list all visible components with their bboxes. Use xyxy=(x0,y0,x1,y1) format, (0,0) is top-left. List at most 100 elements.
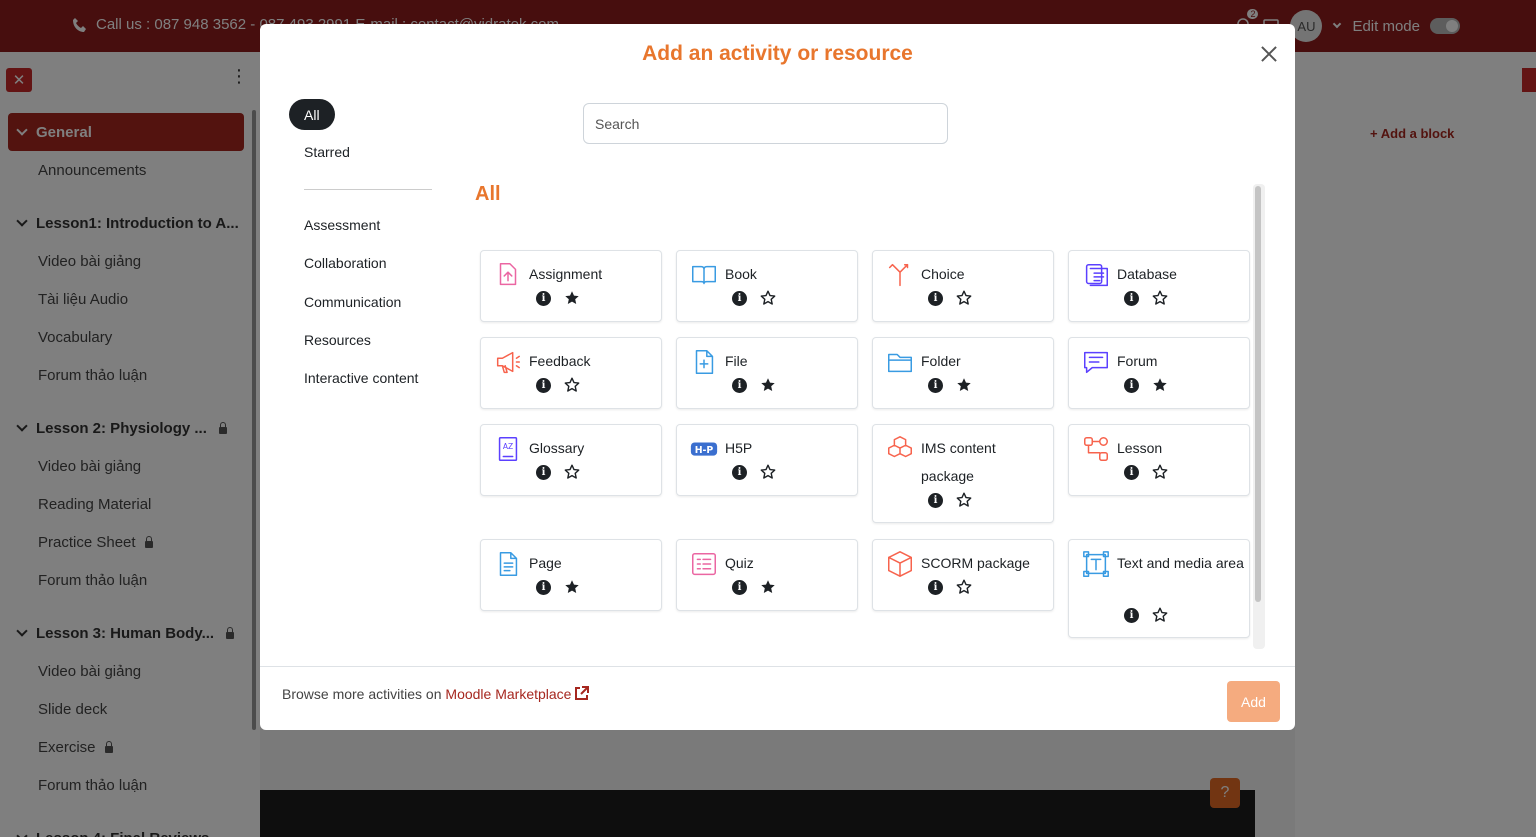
star-outline-icon[interactable] xyxy=(760,464,776,480)
info-icon[interactable]: i xyxy=(536,377,551,393)
star-filled-icon[interactable] xyxy=(564,579,580,595)
category-resources[interactable]: Resources xyxy=(304,332,418,370)
activity-name: Book xyxy=(725,266,757,282)
search-input[interactable] xyxy=(583,103,948,144)
activity-card-page[interactable]: Page i xyxy=(480,539,662,611)
h5p-icon: H-P xyxy=(689,434,719,464)
star-outline-icon[interactable] xyxy=(760,290,776,306)
feedback-icon xyxy=(493,347,523,377)
activity-card-feedback[interactable]: Feedback i xyxy=(480,337,662,409)
folder-icon xyxy=(885,347,915,377)
info-icon[interactable]: i xyxy=(1124,377,1139,393)
activity-actions: i xyxy=(1124,290,1168,306)
info-icon[interactable]: i xyxy=(928,377,943,393)
info-icon[interactable]: i xyxy=(1124,464,1139,480)
activity-card-scorm[interactable]: SCORM package i xyxy=(872,539,1054,611)
activity-actions: i xyxy=(928,579,972,595)
info-icon[interactable]: i xyxy=(732,377,747,393)
info-icon[interactable]: i xyxy=(536,464,551,480)
category-interactive-content[interactable]: Interactive content xyxy=(304,370,418,408)
page-icon xyxy=(493,549,523,579)
modal-footer: Browse more activities on Moodle Marketp… xyxy=(260,666,1295,730)
info-icon[interactable]: i xyxy=(1124,290,1139,306)
activity-actions: i xyxy=(536,464,580,480)
activity-actions: i xyxy=(536,377,580,393)
footer-label: Browse more activities on xyxy=(282,686,442,702)
activity-actions: i xyxy=(1124,607,1168,623)
close-icon[interactable] xyxy=(1257,42,1281,66)
star-filled-icon[interactable] xyxy=(564,290,580,306)
activity-actions: i xyxy=(536,579,580,595)
file-icon xyxy=(689,347,719,377)
info-icon[interactable]: i xyxy=(928,579,943,595)
info-icon[interactable]: i xyxy=(928,492,943,508)
activity-actions: i xyxy=(732,579,776,595)
category-communication[interactable]: Communication xyxy=(304,294,418,332)
marketplace-link-label: Moodle Marketplace xyxy=(445,686,572,702)
info-icon[interactable]: i xyxy=(732,464,747,480)
star-outline-icon[interactable] xyxy=(956,579,972,595)
quiz-icon xyxy=(689,549,719,579)
info-icon[interactable]: i xyxy=(536,579,551,595)
activity-actions: i xyxy=(928,492,972,508)
activity-name: File xyxy=(725,353,748,369)
text-media-icon xyxy=(1081,549,1111,579)
info-icon[interactable]: i xyxy=(536,290,551,306)
activity-actions: i xyxy=(732,377,776,393)
activity-card-choice[interactable]: Choice i xyxy=(872,250,1054,322)
grid-scrollbar[interactable] xyxy=(1255,186,1261,602)
star-outline-icon[interactable] xyxy=(956,290,972,306)
tab-starred[interactable]: Starred xyxy=(304,144,350,160)
star-outline-icon[interactable] xyxy=(1152,607,1168,623)
activity-name: Text and media area xyxy=(1117,555,1244,571)
info-icon[interactable]: i xyxy=(732,579,747,595)
info-icon[interactable]: i xyxy=(1124,607,1139,623)
activity-card-database[interactable]: Database i xyxy=(1068,250,1250,322)
activity-card-folder[interactable]: Folder i xyxy=(872,337,1054,409)
star-outline-icon[interactable] xyxy=(564,464,580,480)
activity-name: H5P xyxy=(725,440,753,456)
add-button[interactable]: Add xyxy=(1227,681,1280,722)
star-outline-icon[interactable] xyxy=(1152,464,1168,480)
category-assessment[interactable]: Assessment xyxy=(304,217,418,255)
activity-card-glossary[interactable]: AZ Glossary i xyxy=(480,424,662,496)
activity-actions: i xyxy=(928,377,972,393)
activity-name: Database xyxy=(1117,266,1177,282)
activity-card-book[interactable]: Book i xyxy=(676,250,858,322)
activity-name: Feedback xyxy=(529,353,591,369)
marketplace-link[interactable]: Moodle Marketplace xyxy=(445,686,590,702)
star-filled-icon[interactable] xyxy=(760,579,776,595)
category-collaboration[interactable]: Collaboration xyxy=(304,255,418,293)
activity-card-quiz[interactable]: Quiz i xyxy=(676,539,858,611)
assignment-icon xyxy=(493,260,523,290)
scorm-icon xyxy=(885,549,915,579)
star-outline-icon[interactable] xyxy=(1152,290,1168,306)
activity-card-ims-package[interactable]: IMS content package i xyxy=(872,424,1054,523)
activity-actions: i xyxy=(732,290,776,306)
glossary-icon: AZ xyxy=(493,434,523,464)
info-icon[interactable]: i xyxy=(928,290,943,306)
tab-all[interactable]: All xyxy=(289,99,335,130)
activity-card-assignment[interactable]: Assignment i xyxy=(480,250,662,322)
activity-card-file[interactable]: File i xyxy=(676,337,858,409)
section-heading: All xyxy=(475,183,501,205)
star-filled-icon[interactable] xyxy=(956,377,972,393)
external-link-icon xyxy=(575,686,590,700)
star-filled-icon[interactable] xyxy=(760,377,776,393)
activity-card-forum[interactable]: Forum i xyxy=(1068,337,1250,409)
star-outline-icon[interactable] xyxy=(956,492,972,508)
activity-card-lesson[interactable]: Lesson i xyxy=(1068,424,1250,496)
activity-name: Folder xyxy=(921,353,961,369)
activity-card-h5p[interactable]: H-P H5P i xyxy=(676,424,858,496)
activity-card-text-media[interactable]: Text and media area i xyxy=(1068,539,1250,638)
activity-name: IMS content package xyxy=(921,440,996,484)
star-filled-icon[interactable] xyxy=(1152,377,1168,393)
activity-name: Assignment xyxy=(529,266,603,282)
star-outline-icon[interactable] xyxy=(564,377,580,393)
choice-icon xyxy=(885,260,915,290)
footer-text: Browse more activities on Moodle Marketp… xyxy=(282,686,590,702)
lesson-icon xyxy=(1081,434,1111,464)
activity-name: Lesson xyxy=(1117,440,1163,456)
activity-actions: i xyxy=(1124,377,1168,393)
info-icon[interactable]: i xyxy=(732,290,747,306)
